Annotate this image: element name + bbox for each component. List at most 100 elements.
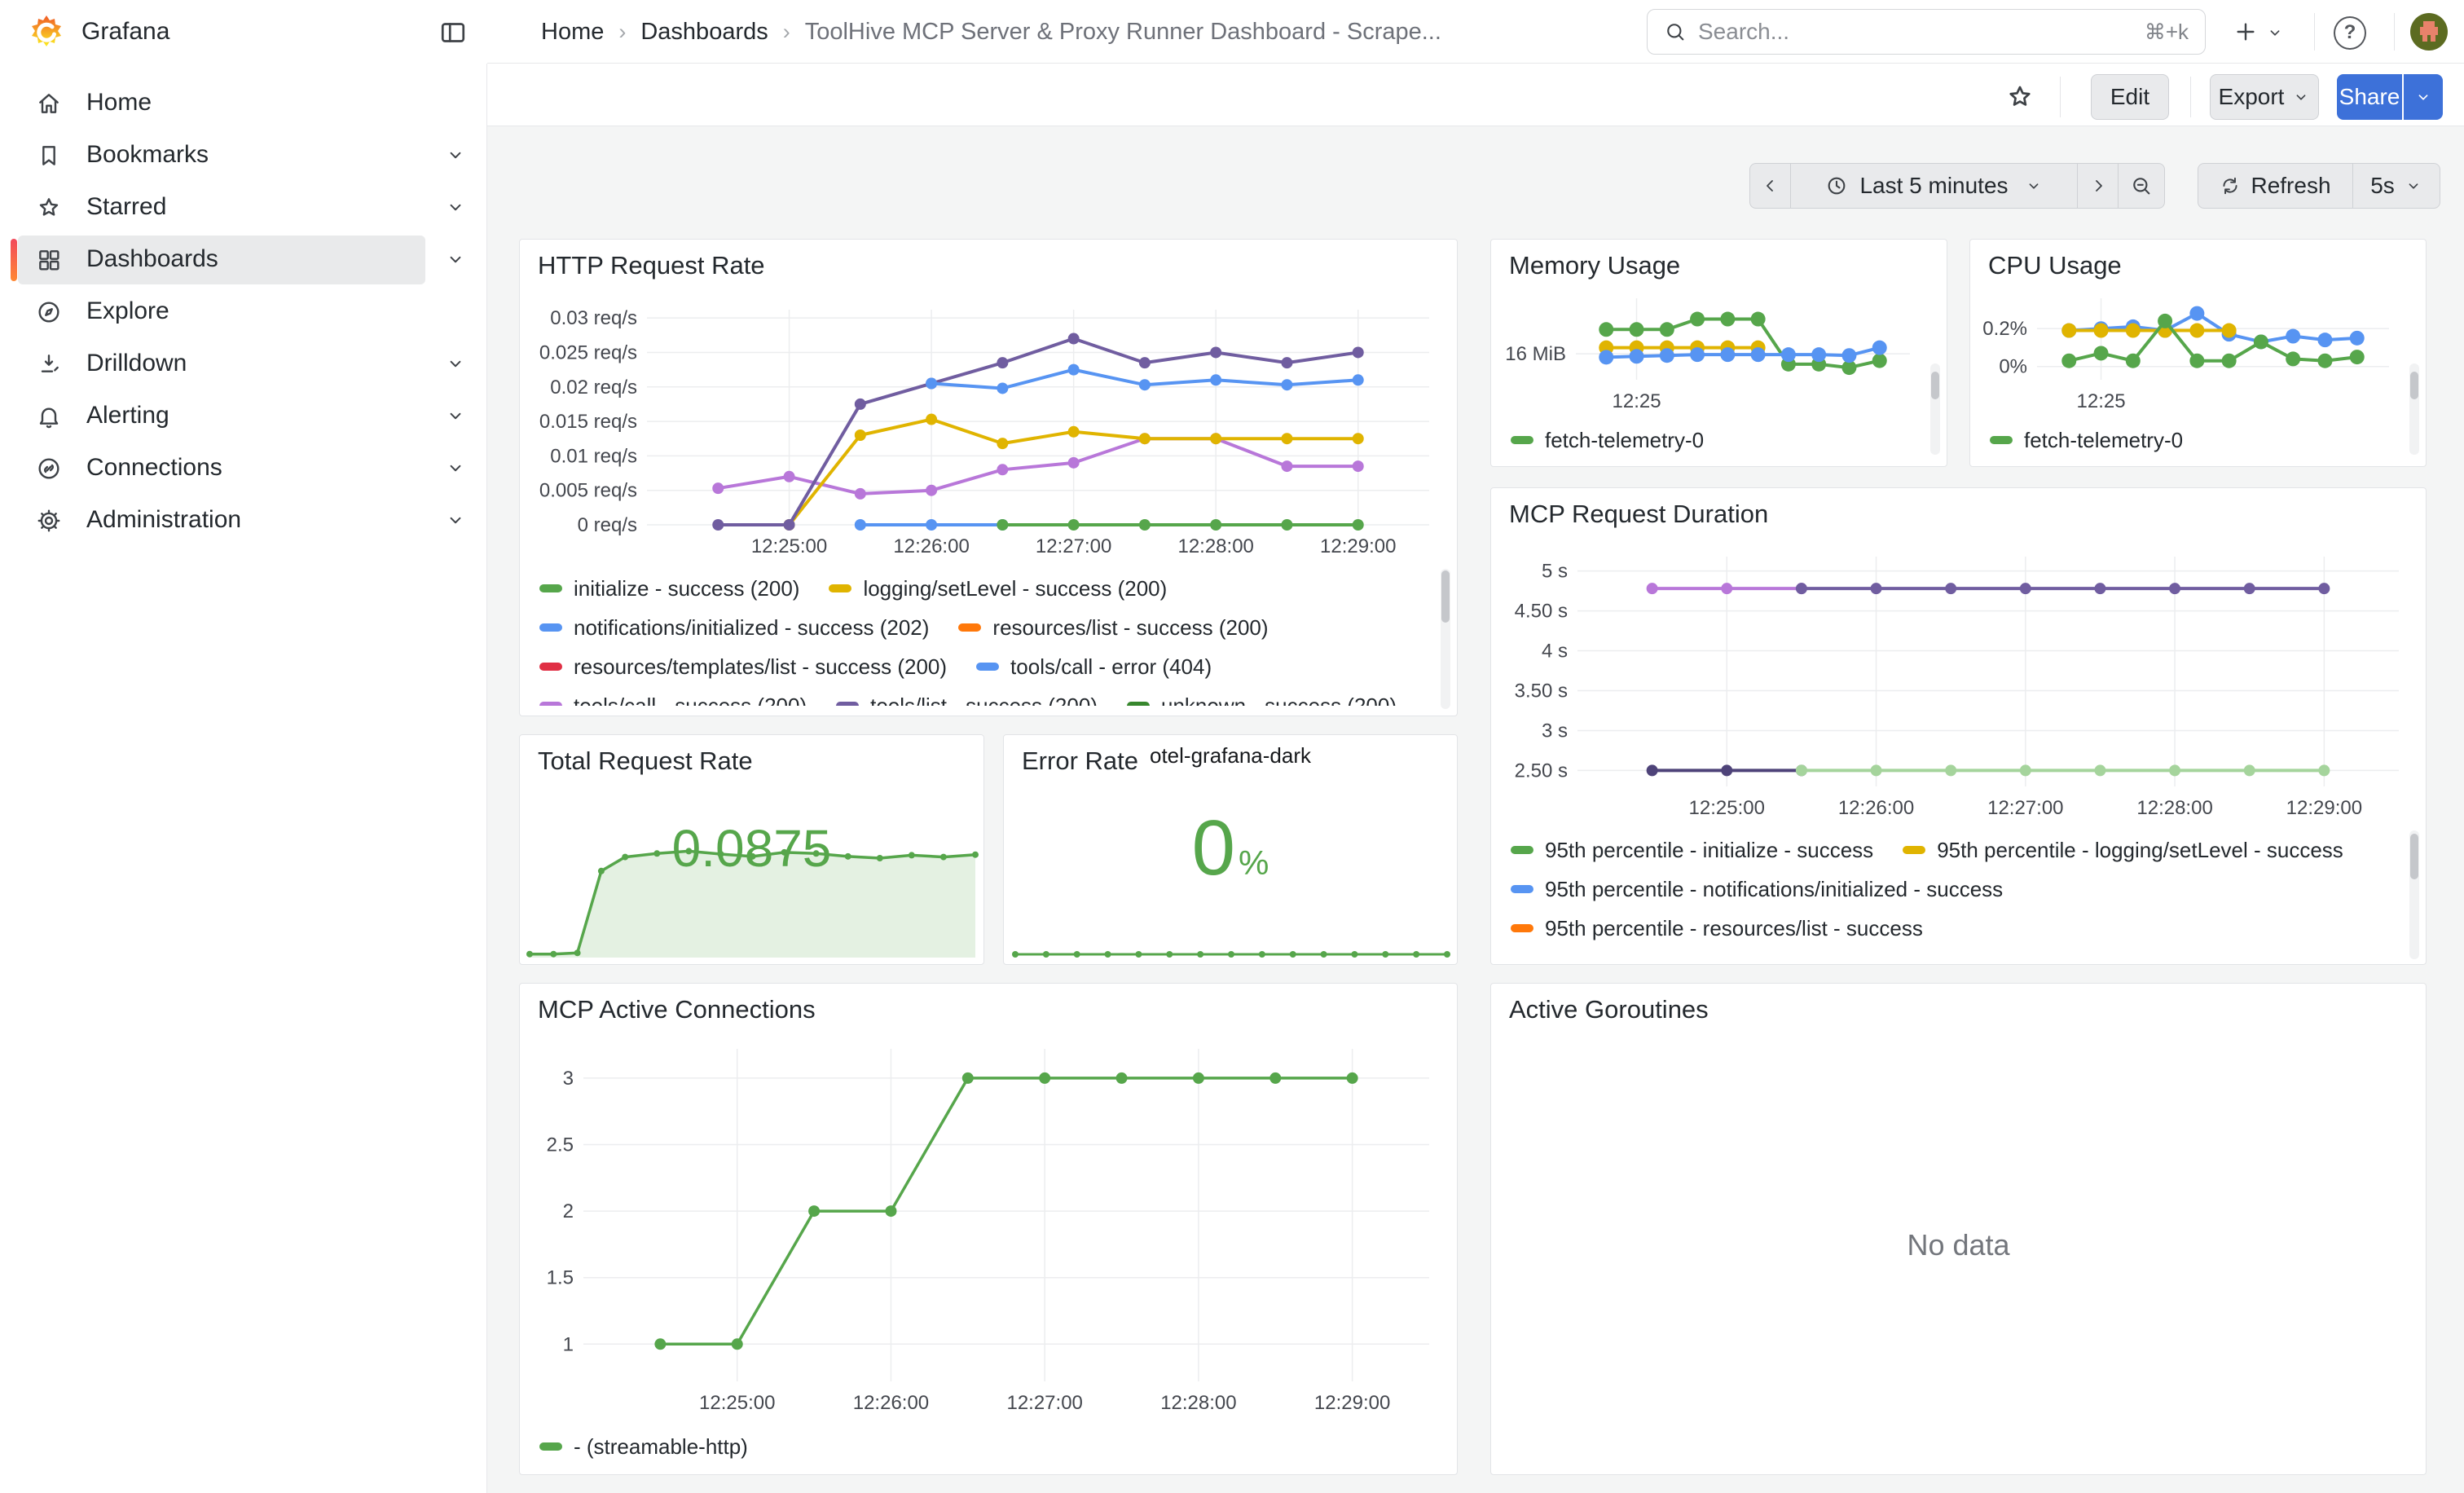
zoom-out-button[interactable] bbox=[2118, 163, 2165, 209]
panel-title[interactable]: Memory Usage bbox=[1509, 251, 1680, 280]
grafana-logo-icon[interactable] bbox=[28, 13, 65, 51]
chevron-down-icon bbox=[2292, 88, 2310, 106]
panel-title[interactable]: MCP Request Duration bbox=[1509, 500, 1768, 529]
memory-legend: fetch-telemetry-0 bbox=[1511, 421, 1853, 460]
sidebar-item-dashboards[interactable]: Dashboards bbox=[0, 234, 487, 286]
mcp-active-connections-chart[interactable]: 12:25:0012:26:0012:27:0012:28:0012:29:00… bbox=[533, 1039, 1445, 1419]
sidebar-toggle-icon[interactable] bbox=[437, 16, 469, 49]
chevron-down-icon[interactable] bbox=[445, 353, 466, 378]
chevron-down-icon[interactable] bbox=[445, 509, 466, 535]
mcp-request-duration-chart[interactable]: 12:25:0012:26:0012:27:0012:28:0012:29:00… bbox=[1504, 547, 2413, 821]
legend-series-label: resources/list - success (200) bbox=[992, 615, 1268, 641]
panel-cpu-usage: CPU Usage 12:250.2%0% fetch-telemetry-0 bbox=[1969, 239, 2427, 467]
legend-series-label: 95th percentile - notifications/initiali… bbox=[1545, 877, 2003, 902]
panel-title[interactable]: HTTP Request Rate bbox=[538, 251, 765, 280]
export-button[interactable]: Export bbox=[2210, 74, 2319, 120]
panel-total-request-rate: Total Request Rate 0.0875 bbox=[519, 734, 984, 965]
breadcrumb-dashboards[interactable]: Dashboards bbox=[640, 19, 768, 46]
panel-title[interactable]: Active Goroutines bbox=[1509, 995, 1709, 1024]
time-range-controls: Last 5 minutes bbox=[1749, 163, 2165, 209]
time-shift-forward-button[interactable] bbox=[2077, 163, 2118, 209]
legend-scrollbar[interactable] bbox=[1930, 363, 1940, 455]
http-request-rate-chart[interactable]: 12:25:0012:26:0012:27:0012:28:0012:29:00… bbox=[535, 300, 1444, 559]
legend-item[interactable]: - (streamable-http) bbox=[539, 1434, 748, 1460]
error-rate-sparkline[interactable] bbox=[1012, 923, 1450, 961]
svg-text:12:28:00: 12:28:00 bbox=[1177, 535, 1253, 557]
legend-series-label: 95th percentile - resources/templates/li… bbox=[1545, 955, 2021, 960]
legend-item[interactable]: fetch-telemetry-0 bbox=[1511, 428, 1704, 453]
share-dropdown-button[interactable] bbox=[2404, 74, 2443, 120]
edit-button[interactable]: Edit bbox=[2091, 74, 2169, 120]
legend-item[interactable]: resources/list - success (200) bbox=[958, 615, 1268, 641]
breadcrumb-home[interactable]: Home bbox=[541, 19, 604, 46]
sidebar-item-label: Bookmarks bbox=[86, 141, 209, 169]
legend-series-label: 95th percentile - resources/list - succe… bbox=[1545, 916, 1923, 941]
sidebar-item-home[interactable]: Home bbox=[0, 77, 487, 130]
connections-legend: - (streamable-http) bbox=[539, 1427, 947, 1466]
panel-title[interactable]: Total Request Rate bbox=[538, 746, 753, 776]
legend-scrollbar[interactable] bbox=[2409, 363, 2419, 455]
sidebar-item-alerting[interactable]: Alerting bbox=[0, 390, 487, 443]
chevron-down-icon[interactable] bbox=[445, 249, 466, 274]
legend-item[interactable]: 95th percentile - initialize - success bbox=[1511, 838, 1873, 863]
legend-item[interactable]: resources/templates/list - success (200) bbox=[539, 654, 947, 680]
duration-legend: 95th percentile - initialize - success 95… bbox=[1511, 830, 2387, 959]
legend-scrollbar[interactable] bbox=[1441, 569, 1450, 709]
legend-item[interactable]: 95th percentile - logging/setLevel - suc… bbox=[1903, 838, 2343, 863]
legend-item[interactable]: tools/list - success (200) bbox=[836, 694, 1098, 707]
legend-item[interactable]: notifications/initialized - success (202… bbox=[539, 615, 929, 641]
legend-item[interactable]: 95th percentile - notifications/initiali… bbox=[1511, 877, 2003, 902]
svg-text:12:26:00: 12:26:00 bbox=[1838, 797, 1914, 819]
chevron-down-icon[interactable] bbox=[445, 405, 466, 430]
breadcrumb-separator: › bbox=[783, 20, 790, 45]
time-range-picker[interactable]: Last 5 minutes bbox=[1790, 163, 2077, 209]
legend-item[interactable]: tools/call - error (404) bbox=[976, 654, 1212, 680]
add-button[interactable] bbox=[2229, 15, 2262, 48]
memory-usage-chart[interactable]: 12:2516 MiB bbox=[1498, 288, 1921, 411]
legend-series-marker bbox=[976, 663, 999, 671]
share-button[interactable]: Share bbox=[2337, 74, 2402, 120]
refresh-button[interactable]: Refresh bbox=[2198, 163, 2352, 209]
svg-text:3.50 s: 3.50 s bbox=[1515, 680, 1568, 702]
chevron-down-icon[interactable] bbox=[445, 457, 466, 482]
sidebar-item-bookmarks[interactable]: Bookmarks bbox=[0, 130, 487, 182]
refresh-interval-label: 5s bbox=[2370, 173, 2395, 199]
sidebar-item-administration[interactable]: Administration bbox=[0, 495, 487, 547]
legend-item[interactable]: 95th percentile - resources/templates/li… bbox=[1511, 955, 2021, 960]
sidebar-item-drilldown[interactable]: Drilldown bbox=[0, 338, 487, 390]
refresh-controls: Refresh 5s bbox=[2198, 163, 2440, 209]
panel-title[interactable]: MCP Active Connections bbox=[538, 995, 816, 1024]
chevron-down-icon bbox=[2405, 177, 2422, 195]
svg-text:0.01 req/s: 0.01 req/s bbox=[550, 445, 637, 467]
chevron-down-icon[interactable] bbox=[445, 196, 466, 222]
svg-text:12:25:00: 12:25:00 bbox=[1689, 797, 1765, 819]
legend-item[interactable]: logging/setLevel - success (200) bbox=[829, 576, 1167, 601]
legend-item[interactable]: unknown - success (200) bbox=[1127, 694, 1397, 707]
svg-text:0.02 req/s: 0.02 req/s bbox=[550, 377, 637, 399]
svg-text:5 s: 5 s bbox=[1542, 561, 1568, 583]
avatar[interactable] bbox=[2410, 13, 2448, 51]
breadcrumb-current: ToolHive MCP Server & Proxy Runner Dashb… bbox=[805, 19, 1441, 46]
legend-item[interactable]: tools/call - success (200) bbox=[539, 694, 807, 707]
legend-item[interactable]: fetch-telemetry-0 bbox=[1990, 428, 2183, 453]
drilldown-icon bbox=[36, 351, 62, 381]
legend-scrollbar[interactable] bbox=[2409, 830, 2419, 959]
sidebar-item-starred[interactable]: Starred bbox=[0, 182, 487, 234]
legend-item[interactable]: 95th percentile - resources/list - succe… bbox=[1511, 916, 1923, 941]
refresh-interval-picker[interactable]: 5s bbox=[2352, 163, 2440, 209]
panel-title[interactable]: CPU Usage bbox=[1988, 251, 2122, 280]
chevron-down-icon bbox=[2025, 177, 2043, 195]
cpu-usage-chart[interactable]: 12:250.2%0% bbox=[1977, 288, 2400, 411]
search-input[interactable]: Search... ⌘+k bbox=[1647, 9, 2206, 55]
time-shift-back-button[interactable] bbox=[1749, 163, 1790, 209]
sidebar-item-label: Drilldown bbox=[86, 350, 187, 377]
legend-item[interactable]: initialize - success (200) bbox=[539, 576, 799, 601]
add-chevron-icon[interactable] bbox=[2264, 21, 2286, 44]
action-vdivider bbox=[2060, 77, 2061, 117]
sidebar-item-connections[interactable]: Connections bbox=[0, 443, 487, 495]
sidebar-item-explore[interactable]: Explore bbox=[0, 286, 487, 338]
legend-series-marker bbox=[539, 584, 562, 592]
chevron-down-icon[interactable] bbox=[445, 144, 466, 170]
help-button[interactable]: ? bbox=[2334, 16, 2366, 49]
favorite-star-button[interactable] bbox=[2003, 80, 2037, 114]
